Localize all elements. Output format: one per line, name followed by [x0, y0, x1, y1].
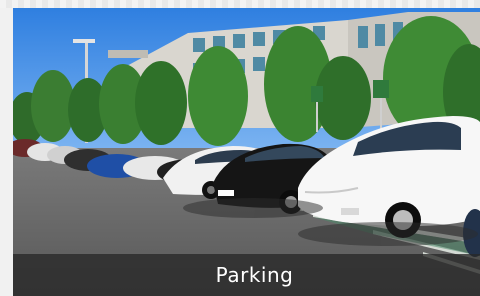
parking-photo[interactable]: Parking [13, 8, 480, 296]
image-card[interactable]: Parking [0, 0, 480, 296]
top-border [0, 0, 480, 8]
caption-bar: Parking [13, 254, 480, 296]
caption-label: Parking [215, 263, 294, 287]
left-border [0, 8, 13, 296]
parking-lot-illustration [13, 8, 480, 296]
